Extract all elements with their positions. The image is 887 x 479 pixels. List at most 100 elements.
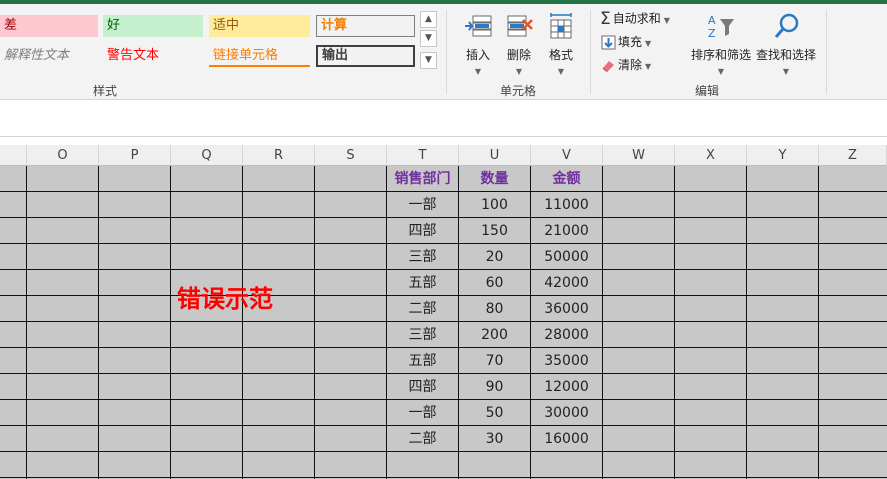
chevron-down-icon: ▼ — [425, 33, 432, 43]
cell-quantity[interactable]: 20 — [459, 244, 530, 270]
column-border — [602, 166, 603, 479]
fill-label: 填充 — [618, 35, 643, 49]
sigma-icon: Σ — [600, 9, 611, 29]
cell-quantity[interactable]: 50 — [459, 400, 530, 426]
caret-down-icon: ▼ — [557, 67, 565, 76]
format-button[interactable]: 格式 ▼ — [541, 12, 581, 76]
group-divider — [590, 10, 591, 94]
column-header-s[interactable]: S — [315, 145, 387, 166]
cell-department[interactable]: 四部 — [387, 218, 458, 244]
cell-quantity[interactable]: 150 — [459, 218, 530, 244]
column-header-v[interactable]: V — [531, 145, 603, 166]
eraser-icon — [602, 61, 614, 72]
column-header-w[interactable]: W — [603, 145, 675, 166]
cell-quantity[interactable]: 80 — [459, 296, 530, 322]
cell-amount[interactable]: 42000 — [531, 270, 602, 296]
column-header-u[interactable]: U — [459, 145, 531, 166]
cell-amount[interactable]: 21000 — [531, 218, 602, 244]
insert-button[interactable]: 插入 ▼ — [458, 12, 498, 76]
column-border — [242, 166, 243, 479]
style-explanatory[interactable]: 解释性文本 — [0, 45, 98, 67]
cell-department[interactable]: 四部 — [387, 374, 458, 400]
format-cells-icon — [550, 13, 572, 39]
clear-label: 清除 — [618, 58, 643, 72]
formula-bar-area[interactable] — [0, 101, 887, 137]
fill-down-icon — [601, 35, 616, 50]
autosum-button[interactable]: Σ 自动求和 ▼ — [600, 9, 670, 29]
cell-department[interactable]: 三部 — [387, 244, 458, 270]
caret-down-icon: ▼ — [645, 62, 652, 71]
excel-window: 差 好 适中 计算 解释性文本 警告文本 链接单元格 输出 ▲ ▼ ▼ 样式 插… — [0, 0, 887, 479]
styles-group-label: 样式 — [93, 84, 118, 98]
cell-quantity[interactable]: 90 — [459, 374, 530, 400]
insert-cells-icon — [465, 15, 492, 37]
cell-quantity[interactable]: 200 — [459, 322, 530, 348]
cell-amount[interactable]: 35000 — [531, 348, 602, 374]
gallery-scroll-down-button[interactable]: ▼ — [420, 30, 437, 47]
cell-department[interactable]: 五部 — [387, 270, 458, 296]
sheet-grid[interactable]: 销售部门 数量 金额 一部 100 11000 四部 150 21000 三部 … — [0, 166, 887, 479]
expand-gallery-icon: ▼ — [425, 55, 432, 65]
style-output[interactable]: 输出 — [316, 45, 415, 67]
cell-quantity[interactable]: 100 — [459, 192, 530, 218]
cell-department[interactable]: 一部 — [387, 400, 458, 426]
cell-amount[interactable]: 36000 — [531, 296, 602, 322]
ribbon: 差 好 适中 计算 解释性文本 警告文本 链接单元格 输出 ▲ ▼ ▼ 样式 插… — [0, 4, 887, 100]
fill-button[interactable]: 填充 ▼ — [601, 33, 651, 50]
column-border — [746, 166, 747, 479]
column-header-y[interactable]: Y — [747, 145, 819, 166]
column-header-r[interactable]: R — [243, 145, 315, 166]
find-select-button[interactable]: 查找和选择 ▼ — [755, 12, 817, 76]
column-border — [170, 166, 171, 479]
column-header-x[interactable]: X — [675, 145, 747, 166]
cell-department[interactable]: 三部 — [387, 322, 458, 348]
column-header-q[interactable]: Q — [171, 145, 243, 166]
style-neutral[interactable]: 适中 — [209, 15, 310, 37]
cell-department[interactable]: 一部 — [387, 192, 458, 218]
header-quantity[interactable]: 数量 — [459, 166, 530, 192]
cell-amount[interactable]: 11000 — [531, 192, 602, 218]
cell-quantity[interactable]: 60 — [459, 270, 530, 296]
sort-filter-icon: A Z — [708, 14, 734, 40]
style-good[interactable]: 好 — [103, 15, 203, 37]
caret-down-icon: ▼ — [474, 67, 482, 76]
style-bad[interactable]: 差 — [0, 15, 98, 37]
cell-quantity[interactable]: 70 — [459, 348, 530, 374]
autosum-label: 自动求和 — [612, 11, 661, 26]
magnifier-icon — [774, 13, 799, 38]
column-header-row: O P Q R S T U V W X Y Z — [0, 145, 887, 166]
cell-amount[interactable]: 12000 — [531, 374, 602, 400]
delete-cells-icon — [507, 15, 533, 37]
style-calculation[interactable]: 计算 — [316, 15, 415, 37]
column-header-z[interactable]: Z — [819, 145, 887, 166]
sort-filter-button[interactable]: A Z 排序和筛选 ▼ — [690, 12, 752, 76]
column-header-o[interactable]: O — [27, 145, 99, 166]
cell-department[interactable]: 二部 — [387, 426, 458, 452]
sort-filter-label: 排序和筛选 — [690, 48, 751, 62]
group-divider — [826, 10, 827, 94]
cell-quantity[interactable]: 30 — [459, 426, 530, 452]
cell-amount[interactable]: 50000 — [531, 244, 602, 270]
column-header-partial[interactable] — [0, 145, 27, 166]
header-department[interactable]: 销售部门 — [387, 166, 458, 192]
delete-button[interactable]: 删除 ▼ — [499, 12, 539, 76]
header-amount[interactable]: 金额 — [531, 166, 602, 192]
cell-amount[interactable]: 28000 — [531, 322, 602, 348]
column-border — [314, 166, 315, 479]
cell-amount[interactable]: 16000 — [531, 426, 602, 452]
style-warning[interactable]: 警告文本 — [103, 45, 203, 67]
style-linked-cell[interactable]: 链接单元格 — [209, 45, 310, 67]
caret-down-icon: ▼ — [782, 67, 790, 76]
delete-label: 删除 — [506, 48, 531, 62]
column-header-p[interactable]: P — [99, 145, 171, 166]
column-border — [818, 166, 819, 479]
clear-button[interactable]: 清除 ▼ — [601, 56, 651, 73]
cell-department[interactable]: 五部 — [387, 348, 458, 374]
editing-group-label: 编辑 — [695, 84, 720, 98]
gallery-scroll-up-button[interactable]: ▲ — [420, 11, 437, 28]
gallery-more-button[interactable]: ▼ — [420, 52, 437, 69]
column-header-t[interactable]: T — [387, 145, 459, 166]
caret-down-icon: ▼ — [515, 67, 523, 76]
cell-department[interactable]: 二部 — [387, 296, 458, 322]
cell-amount[interactable]: 30000 — [531, 400, 602, 426]
